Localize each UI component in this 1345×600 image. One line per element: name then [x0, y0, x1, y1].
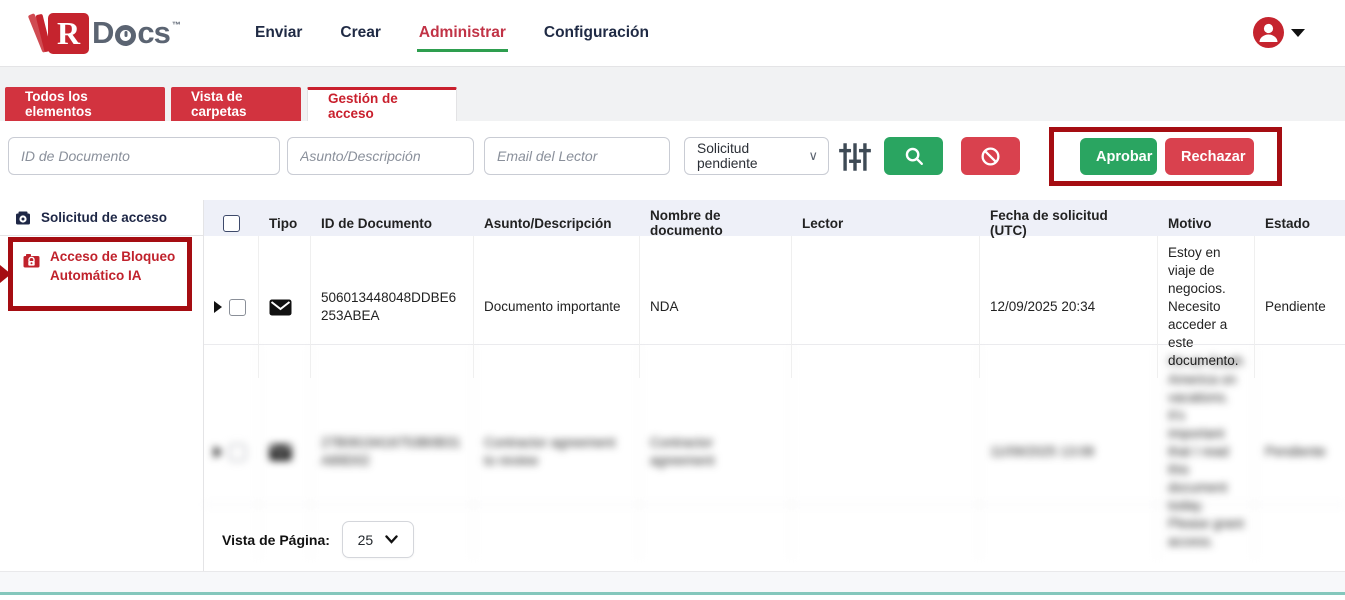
chevron-down-icon: [385, 535, 398, 544]
footer-band: [0, 571, 1345, 592]
select-all-checkbox[interactable]: [223, 215, 240, 232]
table-row: 506013448048DDBE6253ABEA Documento impor…: [204, 236, 1345, 345]
lock-o-icon: [115, 25, 136, 46]
nav-item-enviar[interactable]: Enviar: [255, 18, 302, 48]
table-header-row: Tipo ID de Documento Asunto/Descripción …: [204, 200, 1345, 236]
annotation-arrow: [0, 265, 11, 283]
nav-item-configuracion[interactable]: Configuración: [544, 18, 649, 48]
reader-email-input[interactable]: [484, 137, 670, 175]
sidebar-item-label: Solicitud de acceso: [41, 210, 167, 225]
row-expander-icon[interactable]: [214, 301, 222, 313]
status-filter-select[interactable]: Solicitud pendiente ∨: [684, 137, 829, 175]
sidebar-item-acceso-bloqueo-automatico[interactable]: Acceso de Bloqueo Automático IA: [22, 247, 175, 285]
cell-estado: Pendiente: [1255, 345, 1345, 559]
sidebar-item-solicitud-de-acceso[interactable]: Solicitud de acceso: [0, 200, 203, 236]
envelope-icon: [269, 444, 292, 461]
advanced-filters-icon[interactable]: [838, 140, 872, 174]
clear-filters-button[interactable]: [961, 137, 1020, 175]
logo-letters-cs: cs: [137, 15, 169, 51]
access-requests-table: Tipo ID de Documento Asunto/Descripción …: [204, 200, 1345, 505]
view-tabs: Todos los elementos Vista de carpetas Ge…: [5, 87, 457, 121]
approve-button[interactable]: Aprobar: [1080, 138, 1157, 175]
cell-fecha: 11/09/2025 13:08: [980, 345, 1158, 559]
subject-input[interactable]: [287, 137, 474, 175]
row-checkbox[interactable]: [229, 444, 246, 461]
table-row-blurred: 27B0619416753B0B31A89D02 Contractor agre…: [204, 345, 1345, 505]
cell-subject: Contractor agreement to review: [474, 345, 640, 559]
chevron-down-icon: [1291, 29, 1305, 37]
page-size-label: Vista de Página:: [222, 532, 330, 548]
pagination: Vista de Página: 25: [222, 521, 414, 558]
cell-lector: [792, 345, 980, 559]
cell-motivo: I'm on South America on vacations. It's …: [1158, 345, 1255, 559]
doc-id-input[interactable]: [8, 137, 280, 175]
top-bar: R D cs ™ Enviar Crear Administrar Config…: [0, 0, 1345, 66]
search-icon: [903, 145, 925, 167]
page-size-select[interactable]: 25: [342, 521, 414, 558]
access-request-icon: [14, 209, 32, 227]
footer-accent-line: [0, 592, 1345, 595]
tab-todos-los-elementos[interactable]: Todos los elementos: [5, 87, 165, 121]
logo-pages-icon: [34, 12, 48, 54]
envelope-icon: [269, 299, 292, 316]
user-avatar-icon: [1253, 17, 1284, 48]
reject-button[interactable]: Rechazar: [1165, 138, 1254, 175]
user-menu[interactable]: [1253, 17, 1305, 48]
sidebar-item-label: Acceso de Bloqueo Automático IA: [50, 247, 175, 285]
tab-gestion-de-acceso[interactable]: Gestión de acceso: [307, 87, 457, 121]
chevron-down-icon: ∨: [808, 148, 818, 164]
row-expander-icon[interactable]: [214, 446, 222, 458]
search-button[interactable]: [884, 137, 943, 175]
ban-icon: [979, 145, 1002, 168]
nav-item-crear[interactable]: Crear: [340, 18, 381, 48]
trademark-symbol: ™: [172, 20, 181, 30]
main-nav: Enviar Crear Administrar Configuración: [255, 0, 649, 66]
row-checkbox[interactable]: [229, 299, 246, 316]
logo-wordmark: D cs ™: [92, 15, 181, 51]
tab-vista-de-carpetas[interactable]: Vista de carpetas: [171, 87, 301, 121]
logo-letter-d: D: [92, 15, 113, 51]
logo-r-mark: R: [48, 13, 89, 54]
ai-autoblock-icon: [22, 252, 41, 271]
page-size-value: 25: [358, 532, 374, 548]
cell-doc-name: Contractor agreement: [640, 345, 792, 559]
nav-item-administrar[interactable]: Administrar: [419, 18, 506, 48]
status-filter-value: Solicitud pendiente: [697, 141, 808, 171]
rdocs-logo[interactable]: R D cs ™: [34, 11, 181, 55]
